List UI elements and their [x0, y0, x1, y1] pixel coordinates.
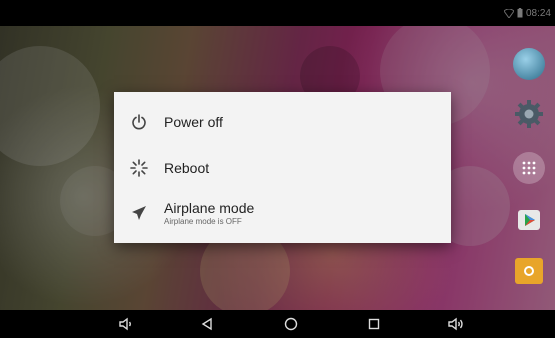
airplane-mode-label: Airplane mode: [164, 199, 255, 216]
power-menu-dialog: Power off Reboot Airplane mode Airplane …: [114, 92, 451, 243]
navigation-bar: [0, 310, 555, 338]
reboot-item[interactable]: Reboot: [114, 146, 451, 190]
play-store-icon[interactable]: [513, 204, 545, 236]
power-icon: [129, 112, 149, 132]
airplane-mode-item[interactable]: Airplane mode Airplane mode is OFF: [114, 191, 451, 235]
airplane-icon: [129, 203, 149, 223]
app-drawer-icon[interactable]: [513, 152, 545, 184]
volume-up-icon[interactable]: [446, 314, 466, 334]
power-off-label: Power off: [164, 113, 223, 130]
battery-icon: [517, 8, 523, 18]
volume-down-icon[interactable]: [116, 314, 136, 334]
status-bar: 08:24: [0, 0, 555, 26]
power-off-item[interactable]: Power off: [114, 100, 451, 144]
file-manager-icon[interactable]: [515, 258, 543, 284]
recents-icon[interactable]: [364, 314, 384, 334]
home-icon[interactable]: [281, 314, 301, 334]
back-icon[interactable]: [197, 314, 217, 334]
reboot-label: Reboot: [164, 159, 210, 176]
clock: 08:24: [525, 7, 551, 19]
wifi-icon: [503, 8, 514, 18]
settings-gear-icon[interactable]: [513, 98, 545, 130]
reboot-spinner-icon: [129, 158, 149, 178]
browser-globe-icon[interactable]: [513, 48, 545, 80]
airplane-mode-status: Airplane mode is OFF: [164, 216, 242, 226]
status-icons: 08:24: [503, 0, 551, 26]
